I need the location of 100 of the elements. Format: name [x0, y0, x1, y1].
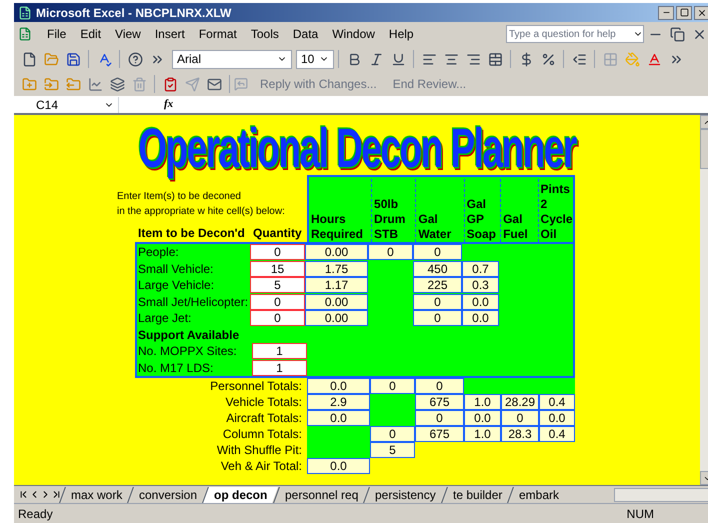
table-cell: 0 — [413, 310, 462, 326]
horizontal-scrollbar[interactable] — [614, 488, 708, 502]
column-header: Hours Required — [310, 212, 364, 242]
totals-label: With Shuffle Pit: — [216, 442, 303, 459]
column-header: 50lb Drum STB — [373, 197, 406, 242]
table-cell: 450 — [413, 260, 462, 277]
item-label: Large Jet: — [137, 310, 192, 328]
item-label: Small Vehicle: — [137, 260, 214, 278]
table-cell: 1.75 — [305, 260, 368, 277]
sheet-title: Operational Decon Planner — [138, 119, 576, 179]
last-sheet-icon — [51, 489, 62, 500]
column-header: Gal Water — [417, 212, 452, 242]
menu-item[interactable]: Window — [325, 25, 382, 43]
menu-item[interactable]: Insert — [148, 25, 192, 43]
table-cell: 675 — [415, 426, 464, 442]
table-cell: 0 — [415, 410, 464, 426]
quantity-input[interactable]: 5 — [250, 277, 305, 294]
excel-logo-icon — [18, 6, 32, 20]
quantity-input[interactable]: 15 — [250, 260, 305, 277]
filler-cell — [370, 394, 415, 410]
column-header: Quantity — [253, 225, 302, 242]
menu-item[interactable]: View — [108, 25, 148, 43]
status-text: Ready — [18, 506, 53, 522]
filler-cell — [370, 410, 415, 426]
table-cell: 0.0 — [307, 410, 370, 426]
table-cell: 0.0 — [539, 410, 575, 426]
filler-cell — [307, 442, 370, 458]
workbook-icon — [18, 27, 32, 41]
filler-cell — [307, 426, 370, 442]
table-cell: 0.0 — [307, 378, 370, 394]
table-cell: 0.0 — [462, 294, 499, 310]
minimize-button[interactable] — [658, 6, 674, 20]
table-cell: 0 — [413, 244, 462, 260]
column-header: Gal Fuel — [502, 212, 529, 242]
table-cell: 0.0 — [464, 410, 501, 426]
table-cell: 0 — [415, 378, 464, 394]
totals-label: Vehicle Totals: — [224, 394, 303, 411]
quantity-input[interactable]: 0 — [250, 244, 305, 260]
table-cell: 0 — [370, 378, 415, 394]
menu-item[interactable]: Help — [382, 25, 421, 43]
table-cell: 0 — [370, 426, 415, 442]
close-button[interactable] — [694, 6, 708, 20]
section-label: Support Available — [137, 326, 240, 344]
name-box[interactable]: C14 — [14, 96, 119, 112]
function-label: fx — [164, 97, 174, 112]
table-cell: 0.0 — [462, 310, 499, 326]
table-cell: 0.00 — [305, 294, 368, 310]
table-cell: 1.0 — [464, 394, 501, 410]
column-header: Gal GP Soap — [466, 197, 497, 242]
totals-label: Veh & Air Total: — [220, 458, 303, 475]
table-cell: 0 — [368, 244, 413, 260]
table-cell: 0.0 — [307, 458, 370, 474]
table-cell: 0 — [501, 410, 539, 426]
table-cell: 225 — [413, 277, 462, 294]
table-cell: 1.0 — [464, 426, 501, 442]
table-cell: 28.3 — [501, 426, 539, 442]
table-cell: 0.3 — [462, 277, 499, 294]
font-size-dropdown[interactable]: 10 — [296, 50, 334, 68]
table-cell: 1.17 — [305, 277, 368, 294]
menu-item[interactable]: File — [40, 25, 74, 43]
table-cell: 0.4 — [539, 394, 575, 410]
font-dropdown[interactable]: Arial — [172, 50, 292, 68]
menu-item[interactable]: Tools — [244, 25, 286, 43]
num-lock-indicator: NUM — [626, 506, 654, 522]
item-label: No. M17 LDS: — [137, 360, 214, 377]
menu-item[interactable]: Data — [286, 25, 326, 43]
menu-item[interactable]: Edit — [73, 25, 108, 43]
table-cell: 0.4 — [539, 426, 575, 442]
sheet-tab[interactable]: op decon — [202, 486, 279, 502]
quantity-input[interactable]: 0 — [250, 310, 305, 326]
menu-item[interactable]: Format — [192, 25, 244, 43]
maximize-button[interactable] — [676, 6, 692, 20]
first-sheet-icon — [18, 489, 29, 500]
quantity-input[interactable]: 1 — [252, 343, 307, 360]
quantity-input[interactable]: 0 — [250, 294, 305, 310]
table-cell: 28.29 — [501, 394, 539, 410]
item-label: No. MOPPX Sites: — [137, 343, 238, 360]
table-cell: 675 — [415, 394, 464, 410]
table-cell: 2.9 — [307, 394, 370, 410]
table-cell: 0 — [413, 294, 462, 310]
reply-icon — [234, 77, 248, 91]
instruction-text: in the appropriate w hite cell(s) below: — [117, 205, 286, 219]
item-label: People: — [137, 244, 180, 262]
totals-label: Aircraft Totals: — [225, 410, 303, 427]
item-label: Small Jet/Helicopter: — [137, 294, 250, 311]
window-title: Microsoft Excel - NBCPLNRX.XLW — [36, 4, 232, 22]
item-label: Large Vehicle: — [137, 277, 216, 294]
table-cell: 0.00 — [305, 310, 368, 326]
help-field[interactable]: Type a question for help — [506, 25, 644, 43]
column-header: Pints 2 Cycle Oil — [540, 182, 573, 242]
instruction-text: Enter Item(s) to be deconed — [117, 190, 242, 204]
totals-label: Column Totals: — [222, 426, 303, 443]
totals-label: Personnel Totals: — [209, 378, 303, 395]
quantity-input[interactable]: 1 — [252, 360, 307, 376]
table-cell: 0.7 — [462, 260, 499, 277]
close-icon — [697, 8, 707, 18]
table-cell: 0.00 — [305, 244, 368, 260]
column-header: Item to be Decon'd — [138, 225, 246, 242]
table-cell: 5 — [370, 442, 415, 458]
maximize-icon — [680, 8, 688, 17]
